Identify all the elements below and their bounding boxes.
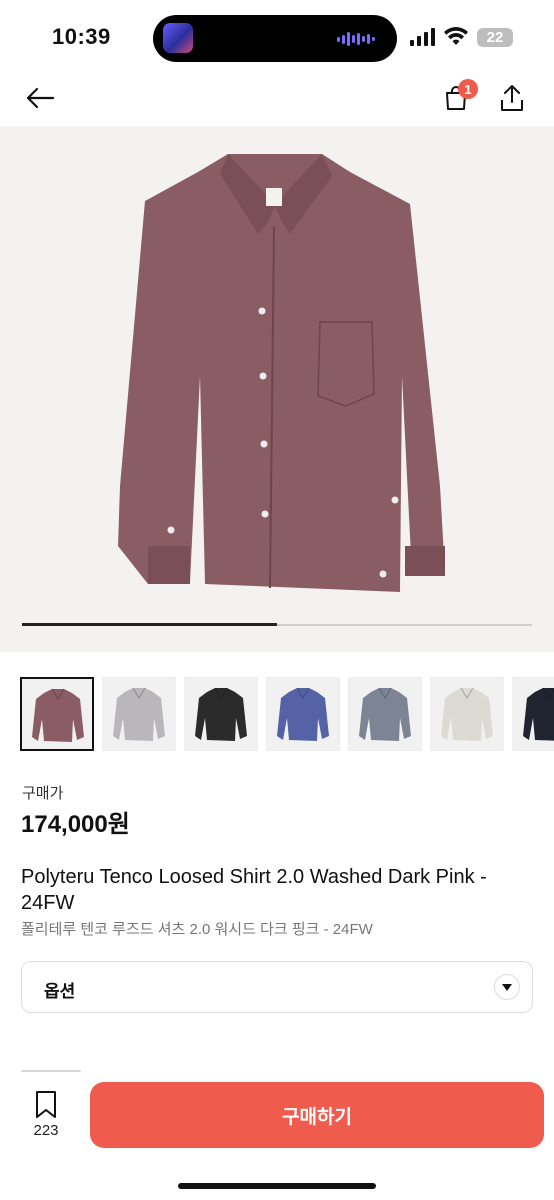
thumbnail-6[interactable] [430, 677, 504, 751]
price: 174,000원 [21, 811, 130, 838]
thumbnail-4[interactable] [266, 677, 340, 751]
thumbnail-shirt-image [523, 687, 554, 741]
dynamic-island [153, 15, 397, 62]
thumbnail-2[interactable] [102, 677, 176, 751]
product-image [118, 154, 445, 592]
price-label: 구매가 [22, 785, 64, 802]
thumbnail-shirt-image [441, 687, 493, 741]
battery-indicator: 22 [477, 27, 513, 47]
share-button[interactable] [494, 80, 530, 116]
thumbnail-shirt-image [32, 688, 84, 742]
share-icon [501, 85, 523, 111]
thumbnail-1[interactable] [20, 677, 94, 751]
gallery-progress-fill [22, 623, 277, 626]
thumbnail-shirt-image [195, 687, 247, 741]
status-icons: 22 [410, 26, 513, 48]
product-subtitle: 폴리테루 텐코 루즈드 셔츠 2.0 워시드 다크 핑크 - 24FW [21, 921, 373, 938]
thumbnail-shirt-image [113, 687, 165, 741]
arrow-left-icon [26, 87, 55, 109]
option-select[interactable]: 옵션 [21, 961, 533, 1013]
audio-wave-icon [337, 31, 375, 47]
bookmark-button[interactable]: 223 [28, 1090, 64, 1139]
thumbnail-5[interactable] [348, 677, 422, 751]
product-image-gallery[interactable] [0, 126, 554, 652]
thumbnail-strip [20, 677, 554, 751]
bookmark-count: 223 [33, 1122, 59, 1139]
buy-button[interactable]: 구매하기 [90, 1082, 544, 1148]
partially-hidden-section [21, 1062, 81, 1072]
thumbnail-3[interactable] [184, 677, 258, 751]
wifi-icon [444, 27, 468, 45]
cellular-signal-icon [410, 28, 435, 46]
bookmark-icon [36, 1091, 56, 1118]
status-time: 10:39 [52, 24, 111, 49]
thumbnail-shirt-image [277, 687, 329, 741]
home-indicator [178, 1183, 376, 1189]
thumbnail-shirt-image [359, 687, 411, 741]
cart-count-badge: 1 [458, 79, 478, 99]
product-title: Polyteru Tenco Loosed Shirt 2.0 Washed D… [21, 866, 487, 914]
chevron-down-icon [494, 974, 520, 1000]
thumbnail-7[interactable] [512, 677, 554, 751]
option-label: 옵션 [44, 982, 76, 1001]
back-button[interactable] [22, 80, 58, 116]
now-playing-app-icon [163, 23, 193, 53]
